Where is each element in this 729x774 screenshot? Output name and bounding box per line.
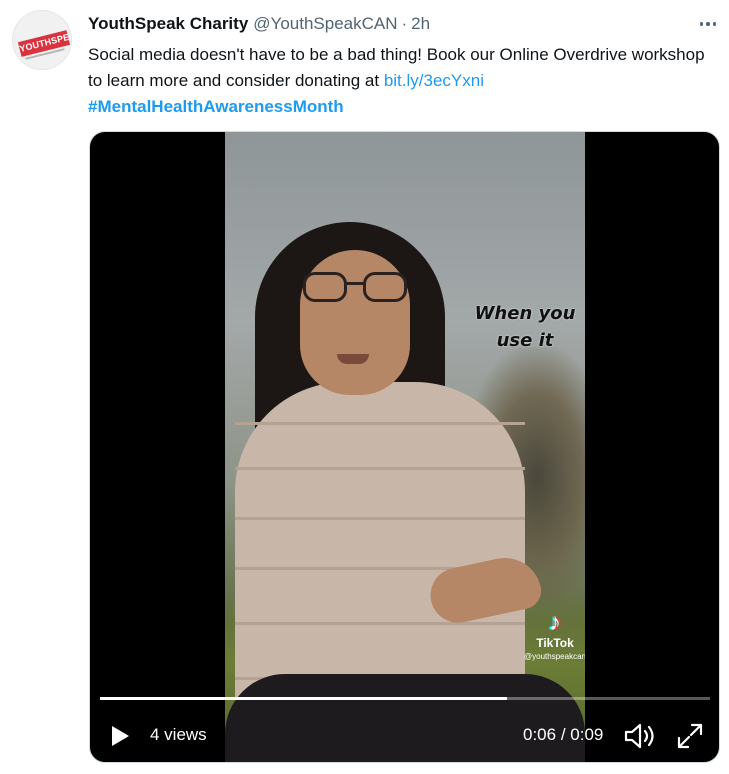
duration: 0:09 <box>570 725 604 744</box>
video-person-mouth <box>337 354 369 364</box>
video-progress-bar[interactable] <box>100 697 710 700</box>
time-separator: / <box>556 725 571 744</box>
header-separator: · <box>401 14 408 33</box>
tiktok-label: TikTok <box>536 636 574 650</box>
video-timecode: 0:06 / 0:09 <box>523 725 603 745</box>
tweet-header: YouthSpeak Charity @YouthSpeakCAN · 2h <box>88 13 430 35</box>
tweet-timestamp[interactable]: 2h <box>411 14 430 34</box>
video-person-glasses <box>303 272 407 304</box>
view-count: 4 views <box>150 725 207 744</box>
fullscreen-icon[interactable] <box>675 721 705 751</box>
tiktok-logo-icon: ♪ <box>549 609 561 636</box>
author-name[interactable]: YouthSpeak Charity <box>88 14 248 34</box>
author-handle[interactable]: @YouthSpeakCAN <box>253 14 397 34</box>
video-controls: 4 views 0:06 / 0:09 <box>90 704 719 762</box>
tweet-hashtag[interactable]: #MentalHealthAwarenessMonth <box>88 97 344 116</box>
video-caption-line2: use it <box>496 330 554 351</box>
tweet[interactable]: YOUTHSPEAK YouthSpeak Charity @YouthSpea… <box>0 0 729 774</box>
tiktok-username: @youthspeakcan <box>524 652 585 661</box>
tiktok-watermark: ♪ TikTok @youthspeakcan <box>523 609 585 662</box>
current-time: 0:06 <box>523 725 557 744</box>
video-caption: When you use it <box>465 300 585 354</box>
more-icon[interactable] <box>697 14 719 34</box>
avatar[interactable]: YOUTHSPEAK <box>12 10 72 70</box>
video-player[interactable]: When you use it ♪ TikTok @youthspeakcan … <box>89 131 720 763</box>
tweet-link[interactable]: bit.ly/3ecYxni <box>384 71 484 90</box>
video-caption-line1: When you <box>474 303 576 324</box>
tweet-text: Social media doesn't have to be a bad th… <box>88 42 708 120</box>
volume-icon[interactable] <box>623 721 657 751</box>
play-icon[interactable] <box>106 722 134 750</box>
video-frame[interactable]: When you use it ♪ TikTok @youthspeakcan <box>225 132 585 762</box>
video-progress-fill <box>100 697 507 700</box>
